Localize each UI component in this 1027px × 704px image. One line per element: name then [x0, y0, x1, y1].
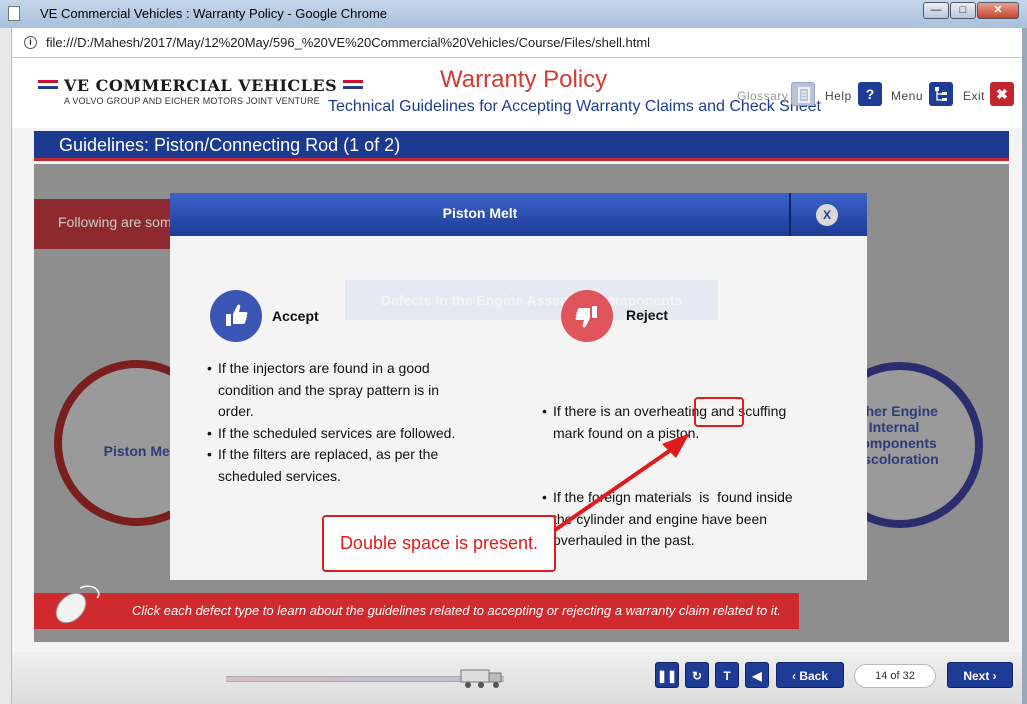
- info-icon[interactable]: i: [24, 36, 37, 49]
- transcript-button[interactable]: T: [715, 662, 739, 688]
- page-indicator: 14 of 32: [854, 664, 936, 688]
- truck-icon: [460, 669, 502, 688]
- close-window-button[interactable]: ✕: [977, 2, 1019, 19]
- pause-button[interactable]: ❚❚: [655, 662, 679, 688]
- highlight-box: [694, 397, 744, 427]
- menu-label[interactable]: Menu: [891, 89, 923, 103]
- reject-heading: Reject: [626, 307, 669, 323]
- replay-button[interactable]: ↻: [685, 662, 709, 688]
- back-button[interactable]: ‹ Back: [776, 662, 844, 688]
- course-header: VE COMMERCIAL VEHICLES A VOLVO GROUP AND…: [12, 58, 1022, 128]
- audio-button[interactable]: ◀: [745, 662, 769, 688]
- url-text[interactable]: file:///D:/Mahesh/2017/May/12%20May/596_…: [46, 35, 650, 50]
- reject-list: If there is an overheating and scuffing …: [542, 358, 814, 595]
- flag-icon: [38, 80, 58, 89]
- next-label: Next: [963, 669, 990, 683]
- background-window-edge: [0, 28, 12, 704]
- thumbs-up-icon: [210, 290, 262, 342]
- glossary-icon[interactable]: [791, 82, 815, 106]
- brand-name: VE COMMERCIAL VEHICLES: [64, 76, 338, 95]
- course-title: Warranty Policy: [440, 66, 608, 93]
- thumbs-down-icon: [561, 290, 613, 342]
- instruction-bar: Click each defect type to learn about th…: [34, 593, 799, 629]
- modal-close-button[interactable]: X: [816, 204, 838, 226]
- list-item: If the injectors are found in a good con…: [207, 358, 477, 423]
- annotation-callout: Double space is present.: [322, 515, 556, 572]
- exit-label[interactable]: Exit: [963, 89, 985, 103]
- brand-tagline: A VOLVO GROUP AND EICHER MOTORS JOINT VE…: [64, 96, 320, 106]
- help-icon[interactable]: ?: [858, 82, 882, 106]
- address-bar[interactable]: i file:///D:/Mahesh/2017/May/12%20May/59…: [12, 28, 1022, 58]
- window-title: VE Commercial Vehicles : Warranty Policy…: [40, 6, 388, 21]
- list-item: If the foreign materials is found inside…: [542, 487, 814, 552]
- flag-icon: [343, 80, 363, 89]
- chevron-right-icon: ›: [989, 669, 997, 683]
- header-divider: [789, 193, 791, 236]
- help-label[interactable]: Help: [825, 89, 852, 103]
- list-item: If there is an overheating and scuffing …: [542, 401, 814, 444]
- modal-header: Piston Melt X: [170, 193, 867, 236]
- back-label: Back: [799, 669, 829, 683]
- brand-logo: VE COMMERCIAL VEHICLES A VOLVO GROUP AND…: [38, 76, 368, 106]
- list-item: If the scheduled services are followed.: [207, 423, 477, 445]
- list-item: If the filters are replaced, as per the …: [207, 444, 477, 487]
- glossary-label[interactable]: Glossary: [737, 89, 788, 103]
- maximize-button[interactable]: □: [950, 2, 976, 19]
- page-title: Guidelines: Piston/Connecting Rod (1 of …: [34, 131, 1009, 161]
- mouse-icon: [55, 585, 100, 624]
- accept-list: If the injectors are found in a good con…: [207, 358, 477, 487]
- footer-nav: ❚❚ ↻ T ◀ ‹ Back 14 of 32 Next ›: [12, 652, 1022, 704]
- accept-heading: Accept: [272, 308, 319, 324]
- exit-icon[interactable]: ✖: [990, 82, 1014, 106]
- menu-icon[interactable]: [929, 82, 953, 106]
- minimize-button[interactable]: —: [923, 2, 949, 19]
- next-button[interactable]: Next ›: [947, 662, 1013, 688]
- window-title-bar: VE Commercial Vehicles : Warranty Policy…: [0, 0, 1027, 28]
- page-icon: [8, 6, 20, 21]
- modal-title: Piston Melt: [442, 205, 518, 221]
